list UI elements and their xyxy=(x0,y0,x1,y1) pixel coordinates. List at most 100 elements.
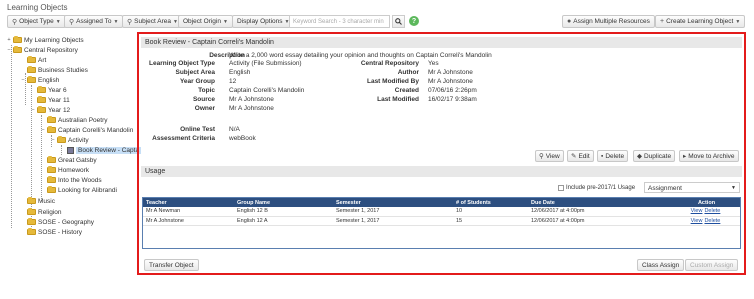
view-link[interactable]: View xyxy=(691,218,703,224)
assessment-criteria-label: Assessment Criteria xyxy=(152,135,215,142)
tree-item-music[interactable]: Music xyxy=(20,196,55,206)
tree-item-looking-for-alibrandi[interactable]: Looking for Alibrandi xyxy=(40,185,117,195)
delete-link[interactable]: Delete xyxy=(704,218,720,224)
filter-assigned-to[interactable]: ⚲ Assigned To ▼ xyxy=(64,15,124,28)
assign-multiple-button[interactable]: ● Assign Multiple Resources xyxy=(562,15,655,28)
duplicate-button[interactable]: ◆ Duplicate xyxy=(633,150,676,162)
tree-item-australian-poetry[interactable]: Australian Poetry xyxy=(40,115,108,125)
year-group-value: 12 xyxy=(229,78,237,85)
tree-item-sose-history[interactable]: SOSE - History xyxy=(20,227,82,237)
tree-item-year-6[interactable]: Year 6 xyxy=(30,85,67,95)
expand-icon[interactable]: + xyxy=(6,37,12,43)
tree-item-year-12[interactable]: − Year 12 xyxy=(30,105,70,115)
col-semester[interactable]: Semester xyxy=(333,198,453,207)
folder-icon xyxy=(27,208,36,215)
plus-icon: + xyxy=(660,18,665,25)
collapse-icon[interactable]: − xyxy=(20,77,26,83)
folder-icon xyxy=(27,197,36,204)
collapse-icon[interactable]: − xyxy=(50,137,56,143)
transfer-object-button[interactable]: Transfer Object xyxy=(144,259,199,271)
filter-subject-area[interactable]: ⚲ Subject Area ▼ xyxy=(122,15,183,28)
class-assign-button[interactable]: Class Assign xyxy=(637,259,685,271)
created-label: Created xyxy=(394,87,419,94)
tree-item-captain-corellis-mandolin[interactable]: − Captain Corelli's Mandolin xyxy=(40,125,133,135)
folder-icon xyxy=(47,126,56,133)
col-students[interactable]: # of Students xyxy=(453,198,528,207)
col-due-date[interactable]: Due Date xyxy=(528,198,673,207)
custom-assign-button[interactable]: Custom Assign xyxy=(685,259,739,271)
online-test-value: N/A xyxy=(229,126,240,133)
tree-item-label: English xyxy=(38,76,60,84)
cell-action: View Delete xyxy=(673,216,740,226)
keyword-search-input[interactable]: Keyword Search - 3 character min xyxy=(289,15,390,28)
tree-item-english[interactable]: − English xyxy=(20,75,59,85)
delete-link[interactable]: Delete xyxy=(704,208,720,214)
tree-item-great-gatsby[interactable]: Great Gatsby xyxy=(40,155,97,165)
owner-label: Owner xyxy=(194,105,215,112)
usage-type-select[interactable]: Assignment ▼ xyxy=(644,182,740,193)
checkbox-icon[interactable] xyxy=(558,185,564,191)
cell-due-date: 12/06/2017 at 4:00pm xyxy=(528,207,673,217)
source-value: Mr A Johnstone xyxy=(229,96,274,103)
edit-button[interactable]: ✎ Edit xyxy=(567,150,594,162)
search-button[interactable] xyxy=(392,15,405,28)
display-options-label: Display Options xyxy=(237,18,283,25)
search-icon: ⚲ xyxy=(539,153,544,160)
tree-item-into-the-woods[interactable]: Into the Woods xyxy=(40,175,102,185)
help-icon[interactable]: ? xyxy=(409,16,419,26)
cell-semester: Semester 1, 2017 xyxy=(333,216,453,226)
pencil-icon: ✎ xyxy=(571,153,577,160)
tree-item-religion[interactable]: Religion xyxy=(20,207,62,217)
collapse-icon[interactable]: − xyxy=(30,107,36,113)
tree-item-activity[interactable]: − Activity xyxy=(50,135,89,145)
cell-teacher: Mr A Johnstone xyxy=(143,216,234,226)
col-teacher[interactable]: Teacher xyxy=(143,198,234,207)
last-modified-label: Last Modified xyxy=(377,96,419,103)
last-modified-by-label: Last Modified By xyxy=(366,78,419,85)
folder-icon xyxy=(47,176,56,183)
description-value: Write a 2,000 word essay detailing your … xyxy=(229,52,492,59)
toolbar: ⚲ Object Type ▼ ⚲ Assigned To ▼ ⚲ Subject Are… xyxy=(0,15,754,30)
tree-item-homework[interactable]: Homework xyxy=(40,165,89,175)
folder-icon xyxy=(27,218,36,225)
assessment-criteria-value: webBook xyxy=(229,135,256,142)
folder-icon xyxy=(27,66,36,73)
filter-assigned-to-label: Assigned To xyxy=(76,18,112,25)
tree-item-book-review[interactable]: Book Review - Capta xyxy=(60,145,142,155)
usage-type-value: Assignment xyxy=(648,185,682,192)
topic-value: Captain Corelli's Mandolin xyxy=(229,87,305,94)
col-group-name[interactable]: Group Name xyxy=(234,198,333,207)
tree-item-label: SOSE - Geography xyxy=(38,218,94,226)
collapse-icon[interactable]: − xyxy=(6,47,12,53)
tree-item-central-repository[interactable]: − Central Repository xyxy=(6,45,78,55)
filter-object-type[interactable]: ⚲ Object Type ▼ xyxy=(7,15,66,28)
display-options-button[interactable]: Display Options ▼ xyxy=(232,15,295,28)
col-action[interactable]: Action xyxy=(673,198,740,207)
create-learning-object-button[interactable]: + Create Learning Object ▼ xyxy=(655,15,746,28)
filter-object-origin[interactable]: Object Origin ▼ xyxy=(178,15,233,28)
folder-icon xyxy=(47,166,56,173)
last-modified-by-value: Mr A Johnstone xyxy=(428,78,473,85)
central-repository-label: Central Repository xyxy=(360,60,419,67)
archive-icon: ▸ xyxy=(683,153,687,160)
last-modified-value: 16/02/17 9:38am xyxy=(428,96,477,103)
tree-item-sose-geography[interactable]: SOSE - Geography xyxy=(20,217,94,227)
tree-item-business-studies[interactable]: Business Studies xyxy=(20,65,88,75)
detail-panel: Book Review - Captain Correli's Mandolin… xyxy=(137,32,746,275)
view-button[interactable]: ⚲ View xyxy=(535,150,564,162)
tree-item-year-11[interactable]: Year 11 xyxy=(30,95,70,105)
subject-area-label: Subject Area xyxy=(175,69,216,76)
view-link[interactable]: View xyxy=(691,208,703,214)
delete-button[interactable]: ▪ Delete xyxy=(597,150,629,162)
tree-item-art[interactable]: Art xyxy=(20,55,46,65)
include-pre-usage-checkbox[interactable]: Include pre-2017/1 Usage xyxy=(558,185,635,191)
tree-item-label: Art xyxy=(38,56,47,64)
view-button-label: View xyxy=(545,152,560,160)
collapse-icon[interactable]: − xyxy=(40,127,46,133)
tree-item-my-learning-objects[interactable]: + My Learning Objects xyxy=(6,35,84,45)
move-to-archive-button[interactable]: ▸ Move to Archive xyxy=(679,150,739,162)
tree-item-label: Central Repository xyxy=(24,46,78,54)
chevron-down-icon: ▼ xyxy=(55,18,61,25)
tree-item-label: Book Review - Capta xyxy=(76,146,142,154)
tree-item-label: Business Studies xyxy=(38,66,88,74)
